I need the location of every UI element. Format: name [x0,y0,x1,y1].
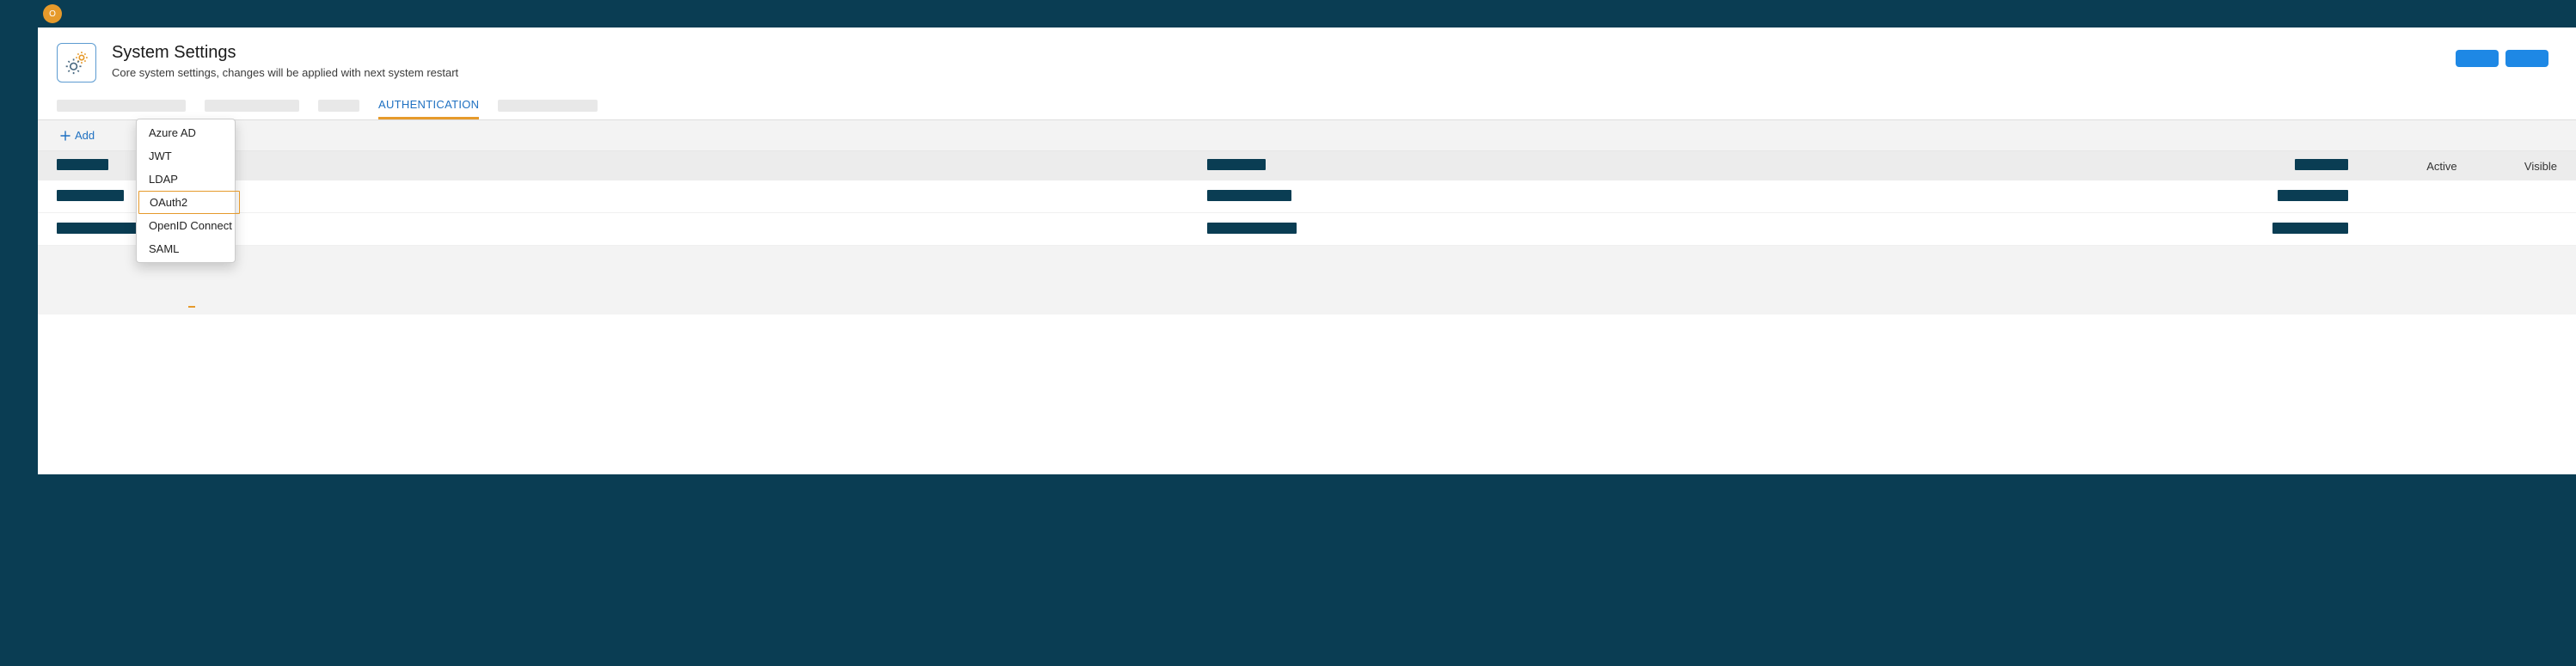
gear-icon [62,48,91,77]
plus-icon [60,131,71,141]
table-row[interactable] [38,180,2576,213]
header-action-button-2[interactable] [2505,50,2548,67]
add-button-label: Add [75,129,95,142]
dropdown-item-ldap[interactable]: LDAP [137,168,235,191]
tab-placeholder[interactable] [318,100,359,112]
redacted-cell [2278,190,2348,201]
content-wrap: System Settings Core system settings, ch… [38,27,2576,474]
main-panel: System Settings Core system settings, ch… [38,27,2576,474]
table-header-col2 [1207,159,2207,173]
header-text: System Settings Core system settings, ch… [112,43,458,79]
tab-authentication[interactable]: AUTHENTICATION [378,91,479,119]
add-dropdown: Azure AD JWT LDAP OAuth2 OpenID Connect … [136,119,236,263]
avatar[interactable]: O [43,4,62,23]
auth-providers-table: Active Visible [38,151,2576,246]
tab-placeholder[interactable] [498,100,598,112]
page-header: System Settings Core system settings, ch… [38,27,2576,91]
accent-mark [188,306,195,308]
table-header-active: Active [2357,160,2456,173]
redacted-cell [57,190,124,201]
dropdown-item-oauth2[interactable]: OAuth2 [138,191,240,214]
table-header: Active Visible [38,151,2576,180]
tab-placeholder[interactable] [205,100,299,112]
redacted-cell [1207,190,1291,201]
table-header-visible: Visible [2457,160,2557,173]
toolbar: Add [38,120,2576,151]
tab-label: AUTHENTICATION [378,98,479,111]
topbar: O [0,0,2576,27]
redacted-cell [2272,223,2348,234]
dropdown-item-openid-connect[interactable]: OpenID Connect [137,214,235,237]
avatar-initial: O [49,9,56,19]
dropdown-item-saml[interactable]: SAML [137,237,235,260]
table-row[interactable] [38,213,2576,246]
tabs-row: AUTHENTICATION [38,91,2576,120]
settings-icon-box [57,43,96,82]
table-header-col3 [2207,159,2357,173]
dropdown-item-jwt[interactable]: JWT [137,144,235,168]
page-subtitle: Core system settings, changes will be ap… [112,66,458,79]
panel-footer [38,246,2576,315]
dropdown-item-azure-ad[interactable]: Azure AD [137,121,235,144]
header-actions [2456,43,2557,67]
header-action-button-1[interactable] [2456,50,2499,67]
add-button[interactable]: Add [57,127,98,144]
tab-placeholder[interactable] [57,100,186,112]
page-title: System Settings [112,43,458,63]
redacted-cell [1207,223,1297,234]
